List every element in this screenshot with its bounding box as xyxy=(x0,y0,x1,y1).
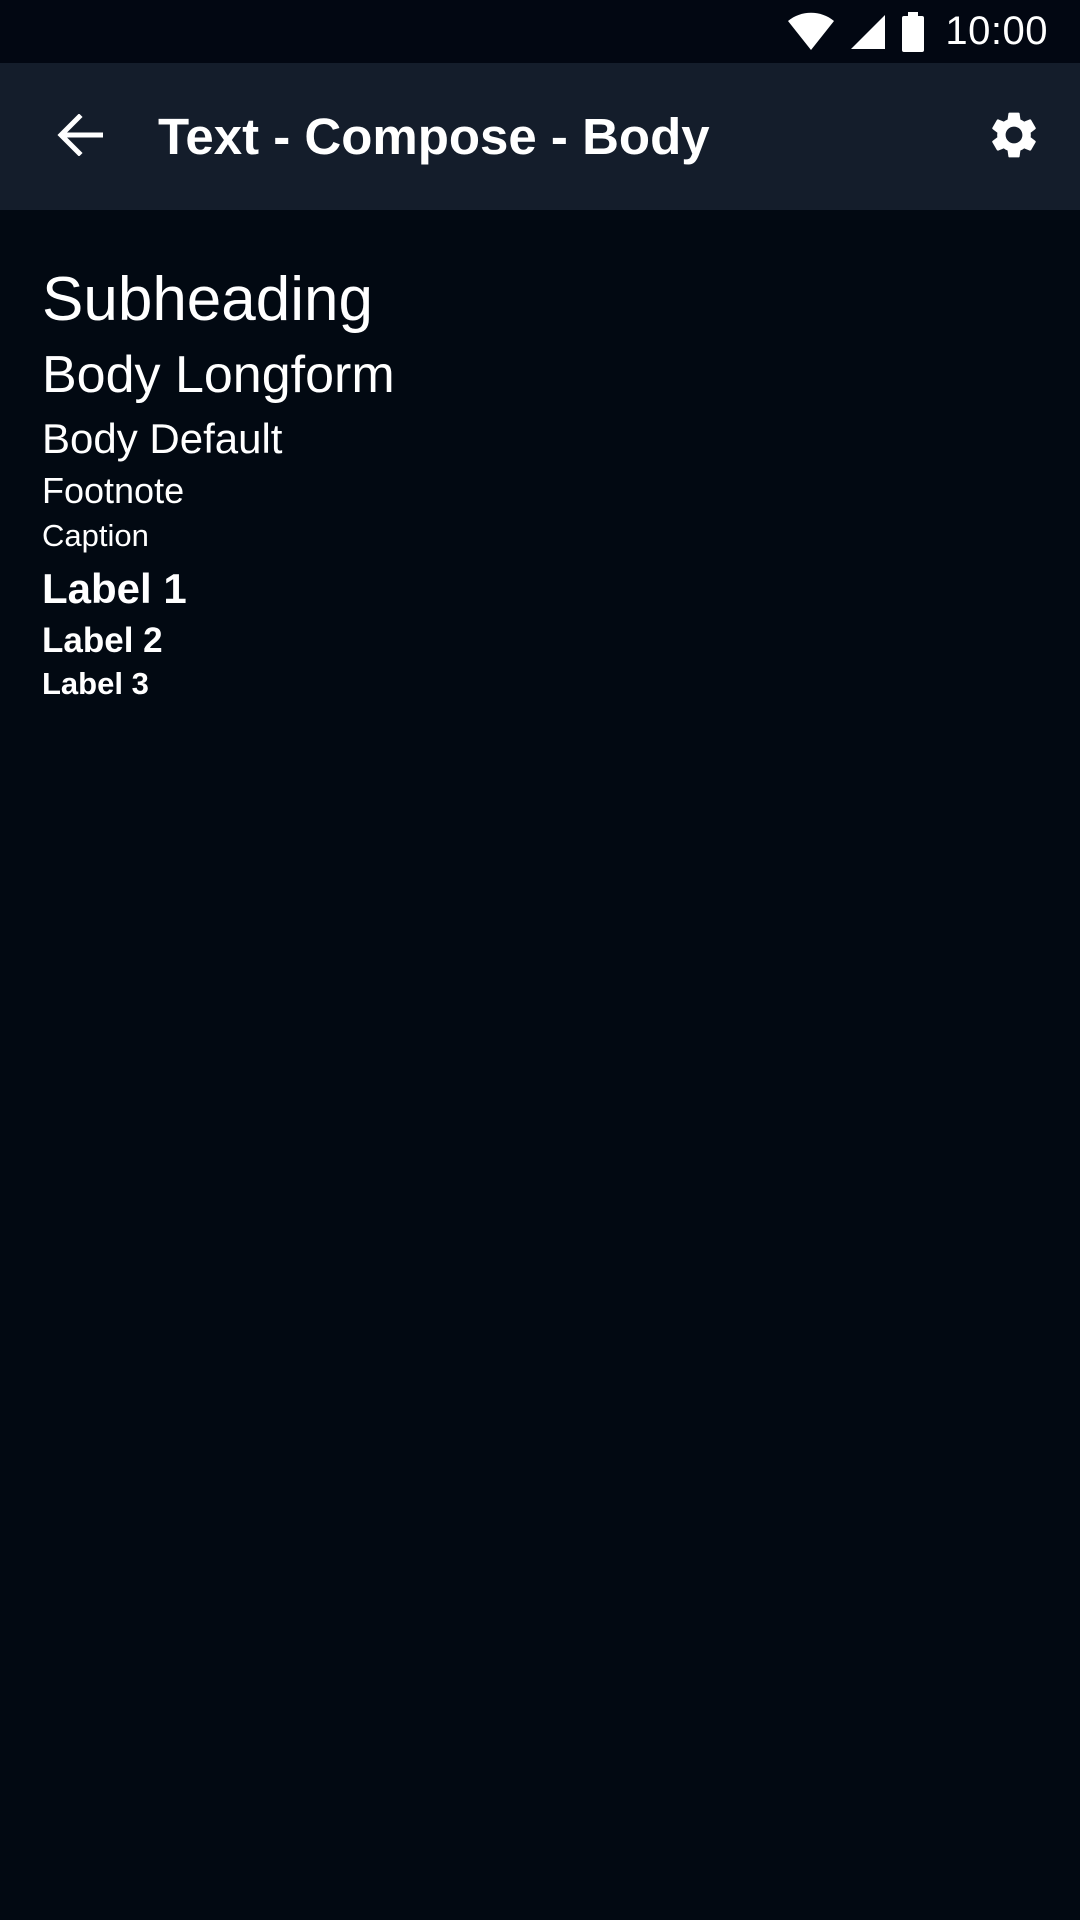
settings-button[interactable] xyxy=(966,89,1062,185)
label-1-sample: Label 1 xyxy=(42,565,187,612)
cellular-signal-icon xyxy=(849,13,887,51)
body-default-sample: Body Default xyxy=(42,415,283,462)
status-icons: 10:00 xyxy=(787,0,1048,63)
arrow-back-icon xyxy=(57,112,104,161)
battery-icon xyxy=(901,11,925,52)
status-time: 10:00 xyxy=(945,9,1048,53)
status-bar: 10:00 xyxy=(0,0,1080,63)
gear-icon xyxy=(986,107,1042,168)
body-longform-sample: Body Longform xyxy=(42,346,395,404)
footnote-sample: Footnote xyxy=(42,470,185,511)
label-2-sample: Label 2 xyxy=(42,621,163,660)
page-title: Text - Compose - Body xyxy=(158,108,710,165)
app-bar: Text - Compose - Body xyxy=(0,63,1080,210)
wifi-icon xyxy=(787,12,835,52)
subheading-sample: Subheading xyxy=(42,265,373,334)
caption-sample: Caption xyxy=(42,518,149,553)
back-button[interactable] xyxy=(32,89,128,185)
label-3-sample: Label 3 xyxy=(42,666,149,701)
screen: 10:00 Text - Compose - Body Subheading B… xyxy=(0,0,1080,1920)
